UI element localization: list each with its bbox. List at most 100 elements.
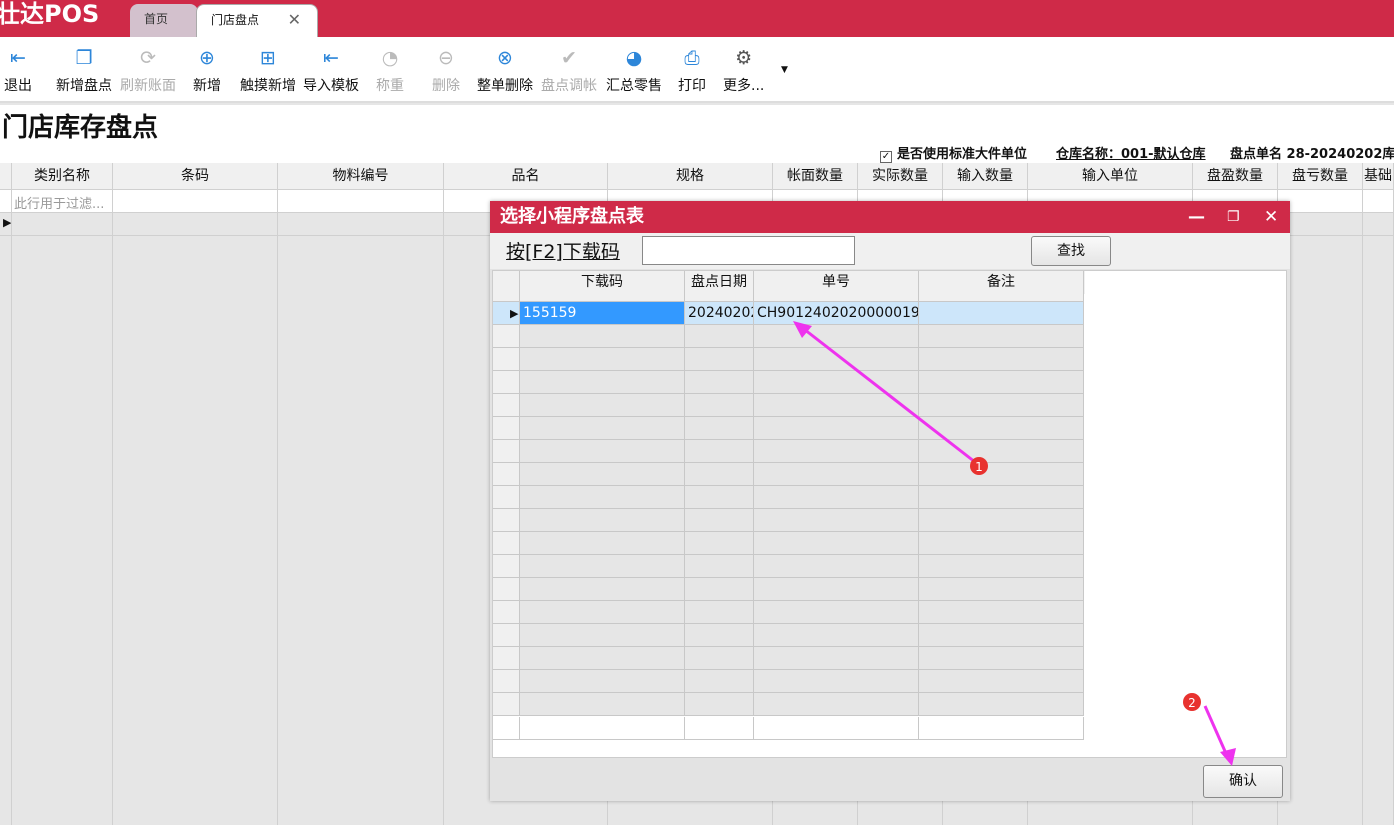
toolbar-button[interactable]: ⊞ 触摸新增 [240, 47, 296, 95]
toolbar: ⇤ 退出 ❐ 新增盘点 ⟳ 刷新账面 ⊕ 新增 ⊞ 触摸新增 ⇤ 导入模板 ◔ 称重 ⊖ 删除 ⊗ 整单删除 ✔ 盘点… [0, 37, 1394, 103]
toolbar-button[interactable]: ⊕ 新增 [193, 47, 221, 95]
app-logo: 壮达POS [0, 0, 100, 28]
summary-row[interactable] [493, 717, 1085, 740]
table-cell [754, 717, 919, 740]
use-std-unit-checkbox[interactable]: ✓ 是否使用标准大件单位 [880, 143, 1027, 163]
table-cell [919, 463, 1084, 486]
toolbar-button[interactable]: ✔ 盘点调帐 [541, 47, 597, 95]
column-header[interactable]: 基础 [1363, 163, 1394, 190]
table-row[interactable] [493, 555, 1085, 578]
toolbar-button[interactable]: ◔ 称重 [376, 47, 404, 95]
row-header [493, 509, 520, 532]
table-cell [919, 486, 1084, 509]
warehouse-link[interactable]: 仓库名称：001-默认仓库 [1056, 143, 1206, 162]
table-cell [520, 417, 685, 440]
table-row[interactable] [493, 440, 1085, 463]
table-row[interactable] [493, 647, 1085, 670]
table-cell [754, 647, 919, 670]
table-row[interactable] [493, 624, 1085, 647]
minimize-icon[interactable]: — [1188, 201, 1205, 233]
row-header [493, 440, 520, 463]
table-header[interactable]: 下载码 盘点日期 单号 备注 [493, 271, 1085, 302]
table-row[interactable] [493, 670, 1085, 693]
row-header [493, 394, 520, 417]
table-row[interactable] [493, 601, 1085, 624]
table-cell [520, 693, 685, 716]
table-row[interactable] [493, 578, 1085, 601]
toolbar-button-label: 新增 [193, 78, 221, 94]
column-header[interactable]: 实际数量 [858, 163, 943, 190]
table-cell: 盘点日期 [685, 271, 754, 302]
table-cell [520, 578, 685, 601]
download-code-input[interactable] [642, 236, 855, 265]
column-header[interactable]: 品名 [444, 163, 608, 190]
column-header[interactable]: 输入单位 [1028, 163, 1193, 190]
find-button[interactable]: 查找 [1031, 236, 1111, 266]
table-cell [520, 532, 685, 555]
column-header[interactable]: 条码 [113, 163, 278, 190]
tab-home[interactable]: 首页 [130, 4, 198, 37]
table-cell [685, 555, 754, 578]
toolbar-button[interactable]: ⚙ 更多... [723, 47, 764, 95]
confirm-button[interactable]: 确认 [1203, 765, 1283, 798]
table-cell: 备注 [919, 271, 1084, 302]
more-dropdown-icon[interactable]: ▼ [781, 65, 788, 75]
table-row[interactable] [493, 417, 1085, 440]
toolbar-button[interactable]: ❐ 新增盘点 [56, 47, 112, 95]
table-row[interactable] [493, 463, 1085, 486]
table-row[interactable] [493, 325, 1085, 348]
toolbar-button[interactable]: ⎙ 打印 [678, 47, 706, 95]
toolbar-button[interactable]: ⟳ 刷新账面 [120, 47, 176, 95]
stocktake-list[interactable]: 下载码 盘点日期 单号 备注 ▶ 155159 20240202 CH901240202000… [492, 270, 1287, 758]
column-header[interactable] [0, 163, 12, 190]
row-header: ▶ [493, 302, 520, 325]
table-cell [685, 647, 754, 670]
table-cell [754, 463, 919, 486]
row-header [493, 325, 520, 348]
table-row[interactable] [493, 532, 1085, 555]
column-header[interactable]: 盘盈数量 [1193, 163, 1278, 190]
toolbar-button[interactable]: ⇤ 导入模板 [303, 47, 359, 95]
close-tab-icon[interactable]: ✕ [288, 5, 301, 35]
printer-icon: ⎙ [684, 47, 700, 69]
table-cell [919, 601, 1084, 624]
table-row[interactable]: ▶ 155159 20240202 CH90124020200000193 [493, 302, 1085, 325]
table-cell [754, 394, 919, 417]
title-bar: 壮达POS 首页 门店盘点 ✕ [0, 0, 1394, 37]
row-header [493, 670, 520, 693]
table-cell [520, 463, 685, 486]
restore-icon[interactable]: ❐ [1227, 201, 1240, 233]
table-row[interactable] [493, 371, 1085, 394]
column-header[interactable]: 输入数量 [943, 163, 1028, 190]
dialog-title-text: 选择小程序盘点表 [500, 206, 644, 227]
row-header [493, 532, 520, 555]
checkbox-icon: ✓ [880, 151, 892, 163]
table-cell [520, 486, 685, 509]
table-cell [919, 394, 1084, 417]
column-header[interactable]: 类别名称 [12, 163, 113, 190]
plus-circle-icon: ⊕ [199, 47, 215, 69]
table-cell [685, 371, 754, 394]
toolbar-button[interactable]: ◕ 汇总零售 [606, 47, 662, 95]
table-row[interactable] [493, 509, 1085, 532]
table-row[interactable] [493, 693, 1085, 716]
column-header[interactable]: 盘亏数量 [1278, 163, 1363, 190]
refresh-icon: ⟳ [140, 47, 156, 69]
table-cell [685, 532, 754, 555]
toolbar-button[interactable]: ⇤ 退出 [4, 47, 32, 95]
column-header[interactable]: 帐面数量 [773, 163, 858, 190]
table-cell: 20240202 [685, 302, 754, 325]
column-header[interactable]: 物料编号 [278, 163, 444, 190]
table-row[interactable] [493, 394, 1085, 417]
column-header[interactable]: 规格 [608, 163, 773, 190]
tab-store-stocktake[interactable]: 门店盘点 ✕ [196, 4, 318, 37]
table-row[interactable] [493, 486, 1085, 509]
row-header [493, 463, 520, 486]
table-cell [520, 348, 685, 371]
table-row[interactable] [493, 348, 1085, 371]
close-icon[interactable]: ✕ [1264, 201, 1278, 233]
toolbar-button[interactable]: ⊖ 删除 [432, 47, 460, 95]
toolbar-button[interactable]: ⊗ 整单删除 [477, 47, 533, 95]
row-pointer-icon: ▶ [510, 307, 519, 320]
row-header [493, 417, 520, 440]
